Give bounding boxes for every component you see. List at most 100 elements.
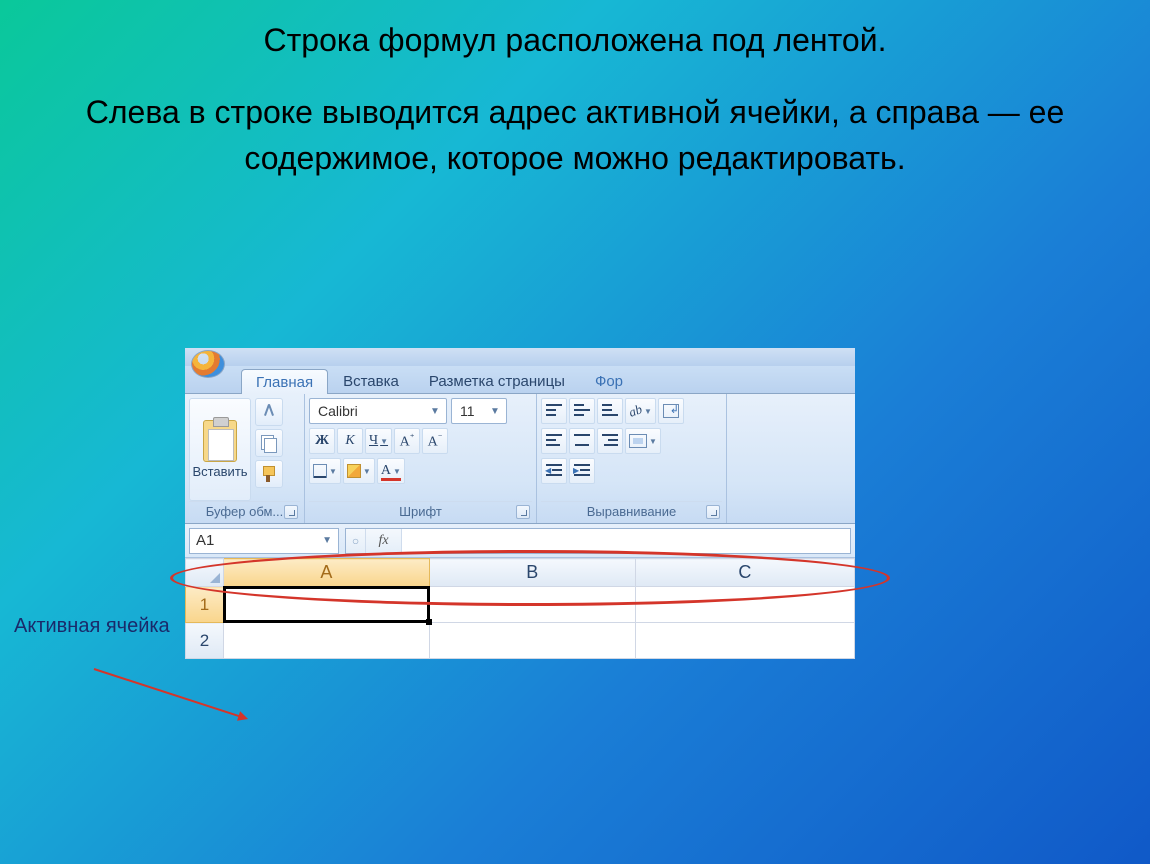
alignment-launcher[interactable]: [706, 505, 720, 519]
alignment-caption: Выравнивание: [541, 501, 722, 523]
chevron-down-icon: ▼: [428, 406, 442, 417]
cut-button[interactable]: [255, 398, 283, 426]
format-painter-button[interactable]: [255, 460, 283, 488]
font-launcher[interactable]: [516, 505, 530, 519]
row-header-2[interactable]: 2: [186, 623, 224, 659]
fill-color-button[interactable]: ▼: [343, 458, 375, 484]
align-center-icon: [574, 434, 590, 448]
chevron-down-icon: ▼: [380, 437, 388, 446]
font-caption: Шрифт: [309, 501, 532, 523]
chevron-down-icon: ▼: [649, 437, 657, 446]
cell-c1[interactable]: [635, 587, 854, 623]
fill-color-icon: [347, 464, 361, 478]
group-font: Calibri ▼ 11 ▼ Ж К Ч▼ А А: [305, 394, 537, 523]
ribbon-tabs: Главная Вставка Разметка страницы Фор: [185, 366, 855, 394]
wrap-text-icon: [663, 404, 679, 418]
increase-indent-icon: [574, 464, 590, 478]
merge-icon: [629, 434, 647, 448]
decrease-indent-icon: [546, 464, 562, 478]
font-color-icon: А: [381, 463, 391, 479]
align-bottom-button[interactable]: [597, 398, 623, 424]
align-bottom-icon: [602, 404, 618, 418]
borders-icon: [313, 464, 327, 478]
decrease-indent-button[interactable]: [541, 458, 567, 484]
copy-icon: [261, 435, 277, 451]
group-alignment: ab▼ ▼ Выравнивание: [537, 394, 727, 523]
font-name-combo[interactable]: Calibri ▼: [309, 398, 447, 424]
clipboard-caption-text: Буфер обм...: [206, 504, 284, 519]
wrap-text-button[interactable]: [658, 398, 684, 424]
clipboard-caption: Буфер обм...: [189, 501, 300, 523]
insert-function-button[interactable]: fx: [366, 529, 402, 553]
orientation-icon: ab: [627, 401, 645, 420]
increase-indent-button[interactable]: [569, 458, 595, 484]
cell-b1[interactable]: [429, 587, 635, 623]
paste-button[interactable]: Вставить: [189, 398, 251, 501]
format-painter-icon: [261, 466, 277, 482]
align-top-icon: [546, 404, 562, 418]
font-name-value: Calibri: [318, 403, 358, 419]
tab-page-layout[interactable]: Разметка страницы: [414, 368, 580, 393]
tab-formulas[interactable]: Фор: [580, 368, 624, 393]
tab-insert[interactable]: Вставка: [328, 368, 414, 393]
font-size-combo[interactable]: 11 ▼: [451, 398, 507, 424]
chevron-down-icon: ▼: [363, 467, 371, 476]
formula-bar: A1 ▼ ○ fx: [185, 524, 855, 558]
grow-font-button[interactable]: А: [394, 428, 420, 454]
alignment-caption-text: Выравнивание: [587, 504, 676, 519]
formula-expand-button[interactable]: ○: [346, 529, 366, 553]
merge-center-button[interactable]: ▼: [625, 428, 661, 454]
orientation-button[interactable]: ab▼: [625, 398, 656, 424]
align-middle-icon: [574, 404, 590, 418]
slide-text: Строка формул расположена под лентой. Сл…: [0, 0, 1150, 182]
chevron-down-icon: ▼: [488, 406, 502, 417]
shrink-font-button[interactable]: А: [422, 428, 448, 454]
spreadsheet-grid: A B C 1 2: [185, 558, 855, 659]
callout-active-cell: Активная ячейка: [14, 614, 170, 638]
paste-label: Вставить: [192, 464, 247, 479]
column-header-c[interactable]: C: [635, 559, 854, 587]
row-header-1[interactable]: 1: [186, 587, 224, 623]
align-middle-button[interactable]: [569, 398, 595, 424]
name-box-value: A1: [196, 532, 214, 549]
align-top-button[interactable]: [541, 398, 567, 424]
name-box[interactable]: A1 ▼: [189, 528, 339, 554]
formula-input-zone: ○ fx: [345, 528, 851, 554]
grow-font-icon: А: [400, 432, 415, 451]
cell-b2[interactable]: [429, 623, 635, 659]
chevron-down-icon: ▼: [644, 407, 652, 416]
column-header-b[interactable]: B: [429, 559, 635, 587]
ribbon: Вставить Буфер обм... Calibri: [185, 394, 855, 524]
italic-button[interactable]: К: [337, 428, 363, 454]
font-caption-text: Шрифт: [399, 504, 442, 519]
align-center-button[interactable]: [569, 428, 595, 454]
title-bar: [185, 348, 855, 366]
fx-icon: fx: [378, 533, 388, 549]
cell-a1[interactable]: [224, 587, 430, 623]
select-all-corner[interactable]: [186, 559, 224, 587]
align-left-button[interactable]: [541, 428, 567, 454]
paste-icon: [203, 420, 237, 462]
group-clipboard: Вставить Буфер обм...: [185, 394, 305, 523]
chevron-down-icon: ▼: [393, 467, 401, 476]
cell-c2[interactable]: [635, 623, 854, 659]
clipboard-launcher[interactable]: [284, 505, 298, 519]
tab-home[interactable]: Главная: [241, 369, 328, 394]
align-right-button[interactable]: [597, 428, 623, 454]
font-size-value: 11: [460, 403, 475, 419]
align-left-icon: [546, 434, 562, 448]
slide-line1: Строка формул расположена под лентой.: [0, 22, 1150, 59]
bold-button[interactable]: Ж: [309, 428, 335, 454]
borders-button[interactable]: ▼: [309, 458, 341, 484]
underline-button[interactable]: Ч▼: [365, 428, 392, 454]
chevron-down-icon: ▼: [329, 467, 337, 476]
font-color-button[interactable]: А▼: [377, 458, 405, 484]
office-button[interactable]: [191, 350, 225, 378]
cut-icon: [262, 404, 276, 420]
align-right-icon: [602, 434, 618, 448]
column-header-a[interactable]: A: [224, 559, 430, 587]
cell-a2[interactable]: [224, 623, 430, 659]
callout-arrow: [94, 668, 247, 719]
chevron-down-icon: ▼: [322, 535, 332, 546]
copy-button[interactable]: [255, 429, 283, 457]
